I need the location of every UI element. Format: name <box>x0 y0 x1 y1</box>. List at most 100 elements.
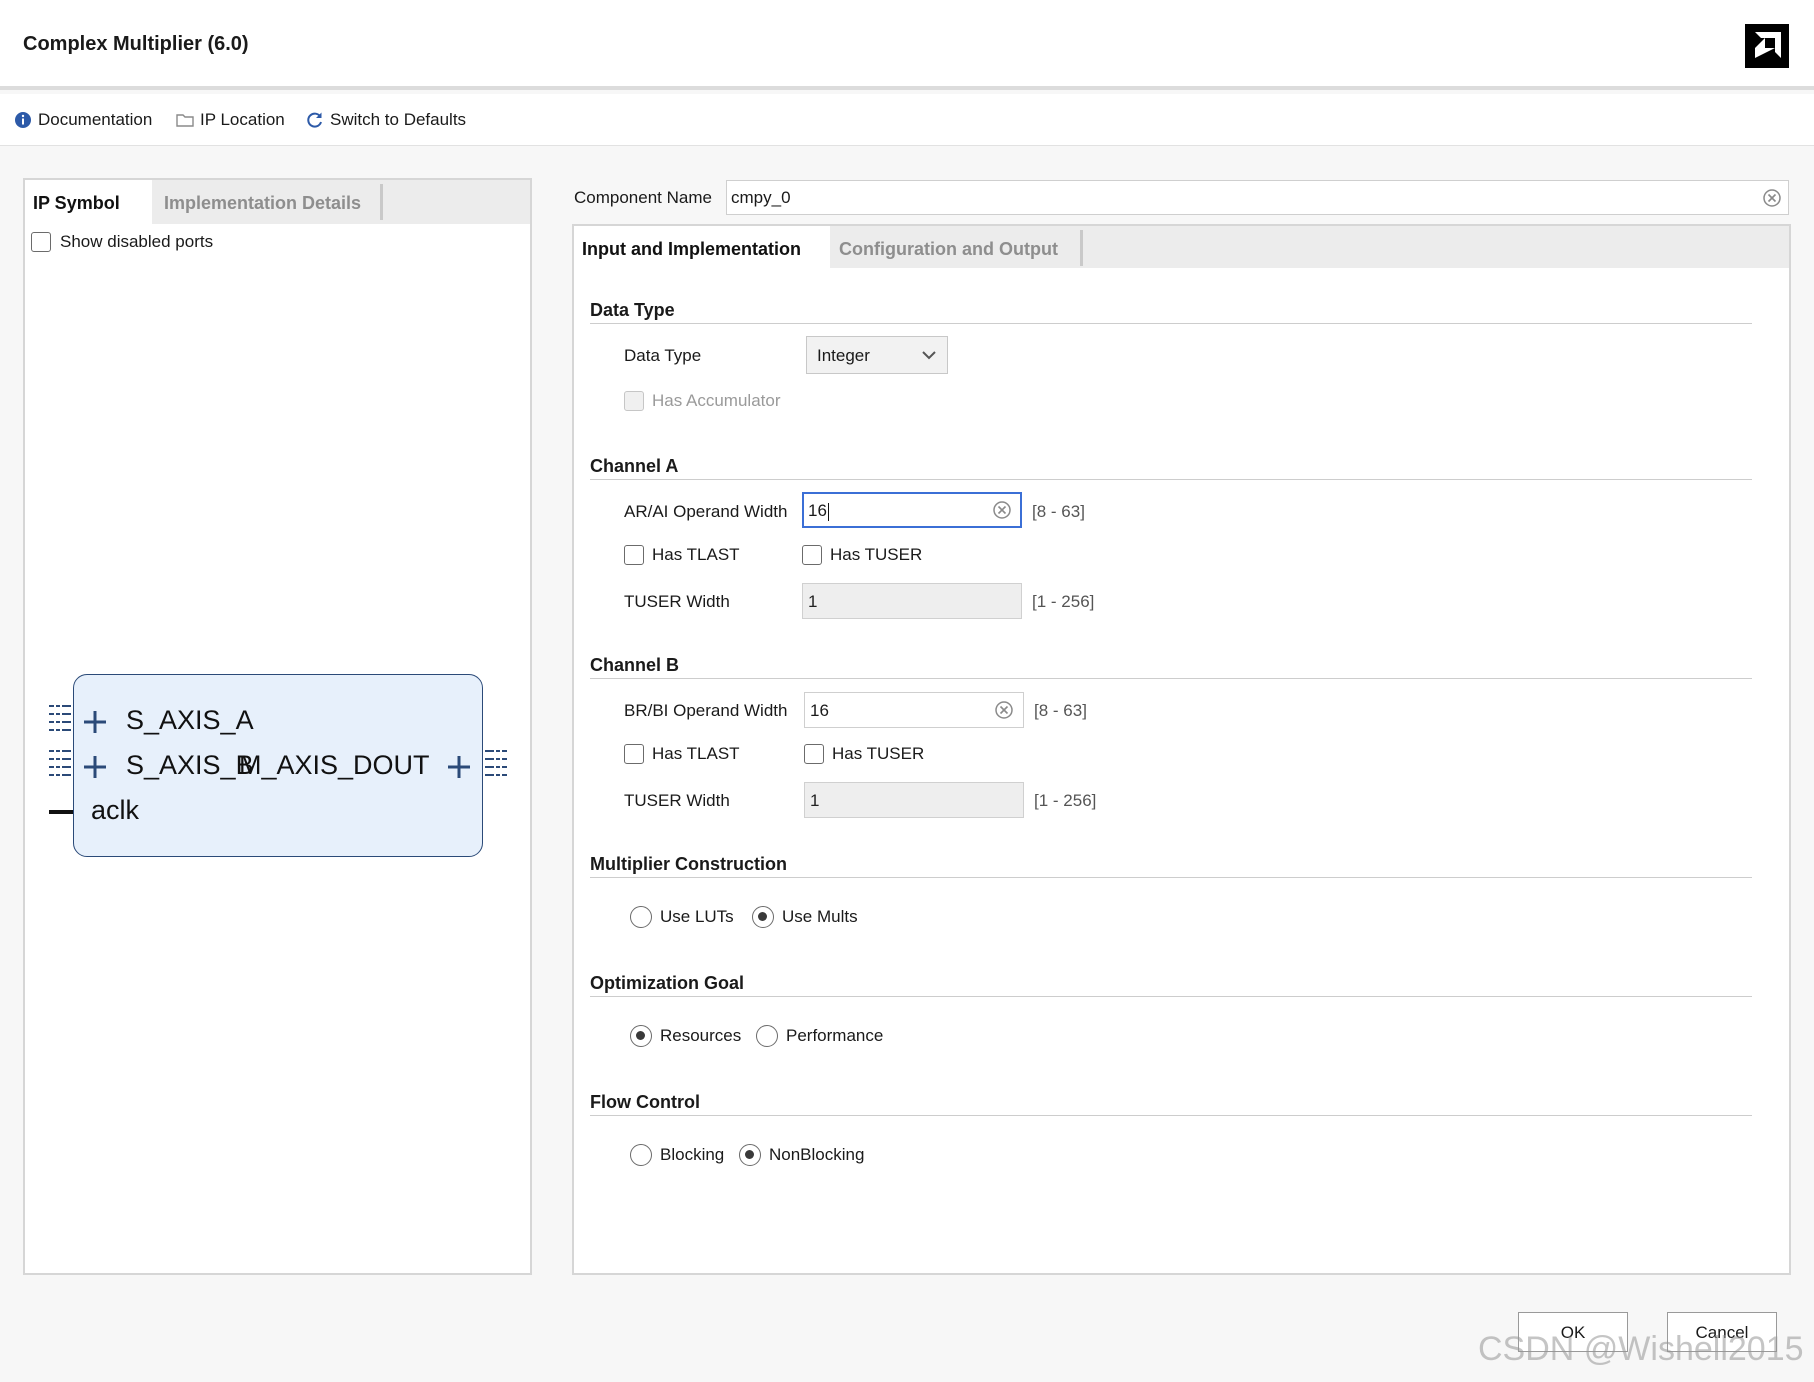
ar-ai-operand-width-label: AR/AI Operand Width <box>624 502 788 521</box>
br-bi-operand-width-label: BR/BI Operand Width <box>624 701 788 720</box>
channel-b-has-tuser-option[interactable]: Has TUSER <box>804 744 924 764</box>
data-type-value: Integer <box>817 346 870 365</box>
section-optimization-goal: Optimization Goal <box>590 973 745 993</box>
section-data-type: Data Type <box>590 300 675 320</box>
ip-location-label: IP Location <box>200 110 285 129</box>
ip-symbol-diagram: S_AXIS_A S_AXIS_B M_AXIS_DOUT aclk <box>25 180 530 1273</box>
clear-icon[interactable] <box>993 501 1011 519</box>
channel-b-has-tuser-label: Has TUSER <box>832 744 925 763</box>
chevron-down-icon <box>922 351 936 360</box>
channel-a-tuser-width-label: TUSER Width <box>624 592 730 611</box>
section-divider <box>590 479 1752 480</box>
port-m-axis-dout: M_AXIS_DOUT <box>239 750 430 780</box>
section-divider <box>590 1115 1752 1116</box>
channel-b-tuser-width-input[interactable]: 1 <box>804 782 1024 818</box>
ar-ai-operand-range: [8 - 63] <box>1032 502 1085 521</box>
title-bar: Complex Multiplier (6.0) <box>0 0 1814 90</box>
switch-to-defaults-label: Switch to Defaults <box>330 110 467 129</box>
nonblocking-label: NonBlocking <box>769 1145 865 1164</box>
resources-option[interactable]: Resources <box>630 1025 741 1047</box>
use-mults-radio[interactable] <box>752 906 774 928</box>
configuration-panel: Input and Implementation Configuration a… <box>572 224 1791 1275</box>
component-name-label: Component Name <box>574 188 712 207</box>
expand-plus-icon[interactable] <box>82 709 108 735</box>
channel-a-has-tlast-checkbox[interactable] <box>624 545 644 565</box>
info-icon <box>15 112 31 128</box>
watermark: CSDN @Wishell2015 <box>1478 1330 1804 1368</box>
has-accumulator-label: Has Accumulator <box>652 391 781 410</box>
ip-symbol-panel: IP Symbol Implementation Details Show di… <box>23 178 532 1275</box>
port-aclk: aclk <box>91 795 140 825</box>
use-luts-option[interactable]: Use LUTs <box>630 906 734 928</box>
text-cursor <box>827 502 830 521</box>
tab-input-and-implementation[interactable]: Input and Implementation <box>574 226 830 270</box>
channel-a-tuser-range: [1 - 256] <box>1032 592 1095 611</box>
documentation-label: Documentation <box>38 110 153 129</box>
blocking-option[interactable]: Blocking <box>630 1144 724 1166</box>
channel-b-has-tlast-checkbox[interactable] <box>624 744 644 764</box>
toolbar: Documentation IP Location Switch to Defa… <box>0 94 1814 146</box>
section-channel-b: Channel B <box>590 655 680 675</box>
data-type-label: Data Type <box>624 346 702 365</box>
channel-b-has-tlast-label: Has TLAST <box>652 744 740 763</box>
section-divider <box>590 877 1752 878</box>
performance-radio[interactable] <box>756 1025 778 1047</box>
clear-icon[interactable] <box>995 701 1013 719</box>
use-mults-option[interactable]: Use Mults <box>752 906 858 928</box>
channel-a-tuser-width-value: 1 <box>808 592 818 611</box>
channel-a-has-tlast-label: Has TLAST <box>652 545 740 564</box>
component-name-value: cmpy_0 <box>731 188 791 207</box>
nonblocking-option[interactable]: NonBlocking <box>739 1144 864 1166</box>
br-bi-operand-range: [8 - 63] <box>1034 701 1087 720</box>
channel-a-has-tlast-option[interactable]: Has TLAST <box>624 545 740 565</box>
has-accumulator-checkbox[interactable] <box>624 391 644 411</box>
clock-port-line <box>49 810 73 814</box>
bus-port-icon <box>49 702 71 734</box>
section-divider <box>590 678 1752 679</box>
channel-a-has-tuser-checkbox[interactable] <box>802 545 822 565</box>
channel-b-has-tlast-option[interactable]: Has TLAST <box>624 744 740 764</box>
resources-radio[interactable] <box>630 1025 652 1047</box>
br-bi-operand-width-value: 16 <box>810 701 829 720</box>
amd-logo-icon <box>1745 24 1789 68</box>
clear-icon[interactable] <box>1763 189 1781 207</box>
ip-location-button[interactable]: IP Location <box>176 109 285 131</box>
tab-divider <box>1080 230 1083 266</box>
channel-a-tuser-width-input[interactable]: 1 <box>802 583 1022 619</box>
performance-option[interactable]: Performance <box>756 1025 883 1047</box>
bus-port-icon <box>485 747 507 779</box>
tab-configuration-and-output[interactable]: Configuration and Output <box>831 226 1066 270</box>
has-accumulator-option[interactable]: Has Accumulator <box>624 391 781 411</box>
section-divider <box>590 323 1752 324</box>
section-channel-a: Channel A <box>590 456 679 476</box>
resources-label: Resources <box>660 1026 742 1045</box>
expand-plus-icon[interactable] <box>446 754 472 780</box>
right-tabstrip: Input and Implementation Configuration a… <box>574 226 1789 270</box>
channel-a-has-tuser-label: Has TUSER <box>830 545 923 564</box>
component-name-input[interactable]: cmpy_0 <box>726 180 1789 215</box>
blocking-radio[interactable] <box>630 1144 652 1166</box>
section-divider <box>590 996 1752 997</box>
channel-b-tuser-width-label: TUSER Width <box>624 791 730 810</box>
use-luts-label: Use LUTs <box>660 907 734 926</box>
performance-label: Performance <box>786 1026 884 1045</box>
channel-b-has-tuser-checkbox[interactable] <box>804 744 824 764</box>
br-bi-operand-width-input[interactable]: 16 <box>804 692 1024 728</box>
channel-a-has-tuser-option[interactable]: Has TUSER <box>802 545 922 565</box>
folder-icon <box>176 114 194 127</box>
ip-block: S_AXIS_A S_AXIS_B M_AXIS_DOUT aclk <box>73 674 483 857</box>
switch-to-defaults-button[interactable]: Switch to Defaults <box>306 109 466 131</box>
use-luts-radio[interactable] <box>630 906 652 928</box>
documentation-button[interactable]: Documentation <box>14 109 152 131</box>
ar-ai-operand-width-value: 16 <box>808 501 827 520</box>
channel-b-tuser-width-value: 1 <box>810 791 820 810</box>
ar-ai-operand-width-input[interactable]: 16 <box>802 492 1022 528</box>
port-s-axis-b: S_AXIS_B <box>126 750 254 780</box>
channel-b-tuser-range: [1 - 256] <box>1034 791 1097 810</box>
nonblocking-radio[interactable] <box>739 1144 761 1166</box>
expand-plus-icon[interactable] <box>82 754 108 780</box>
data-type-select[interactable]: Integer <box>806 336 948 374</box>
use-mults-label: Use Mults <box>782 907 858 926</box>
refresh-icon <box>307 112 322 128</box>
bus-port-icon <box>49 747 71 779</box>
